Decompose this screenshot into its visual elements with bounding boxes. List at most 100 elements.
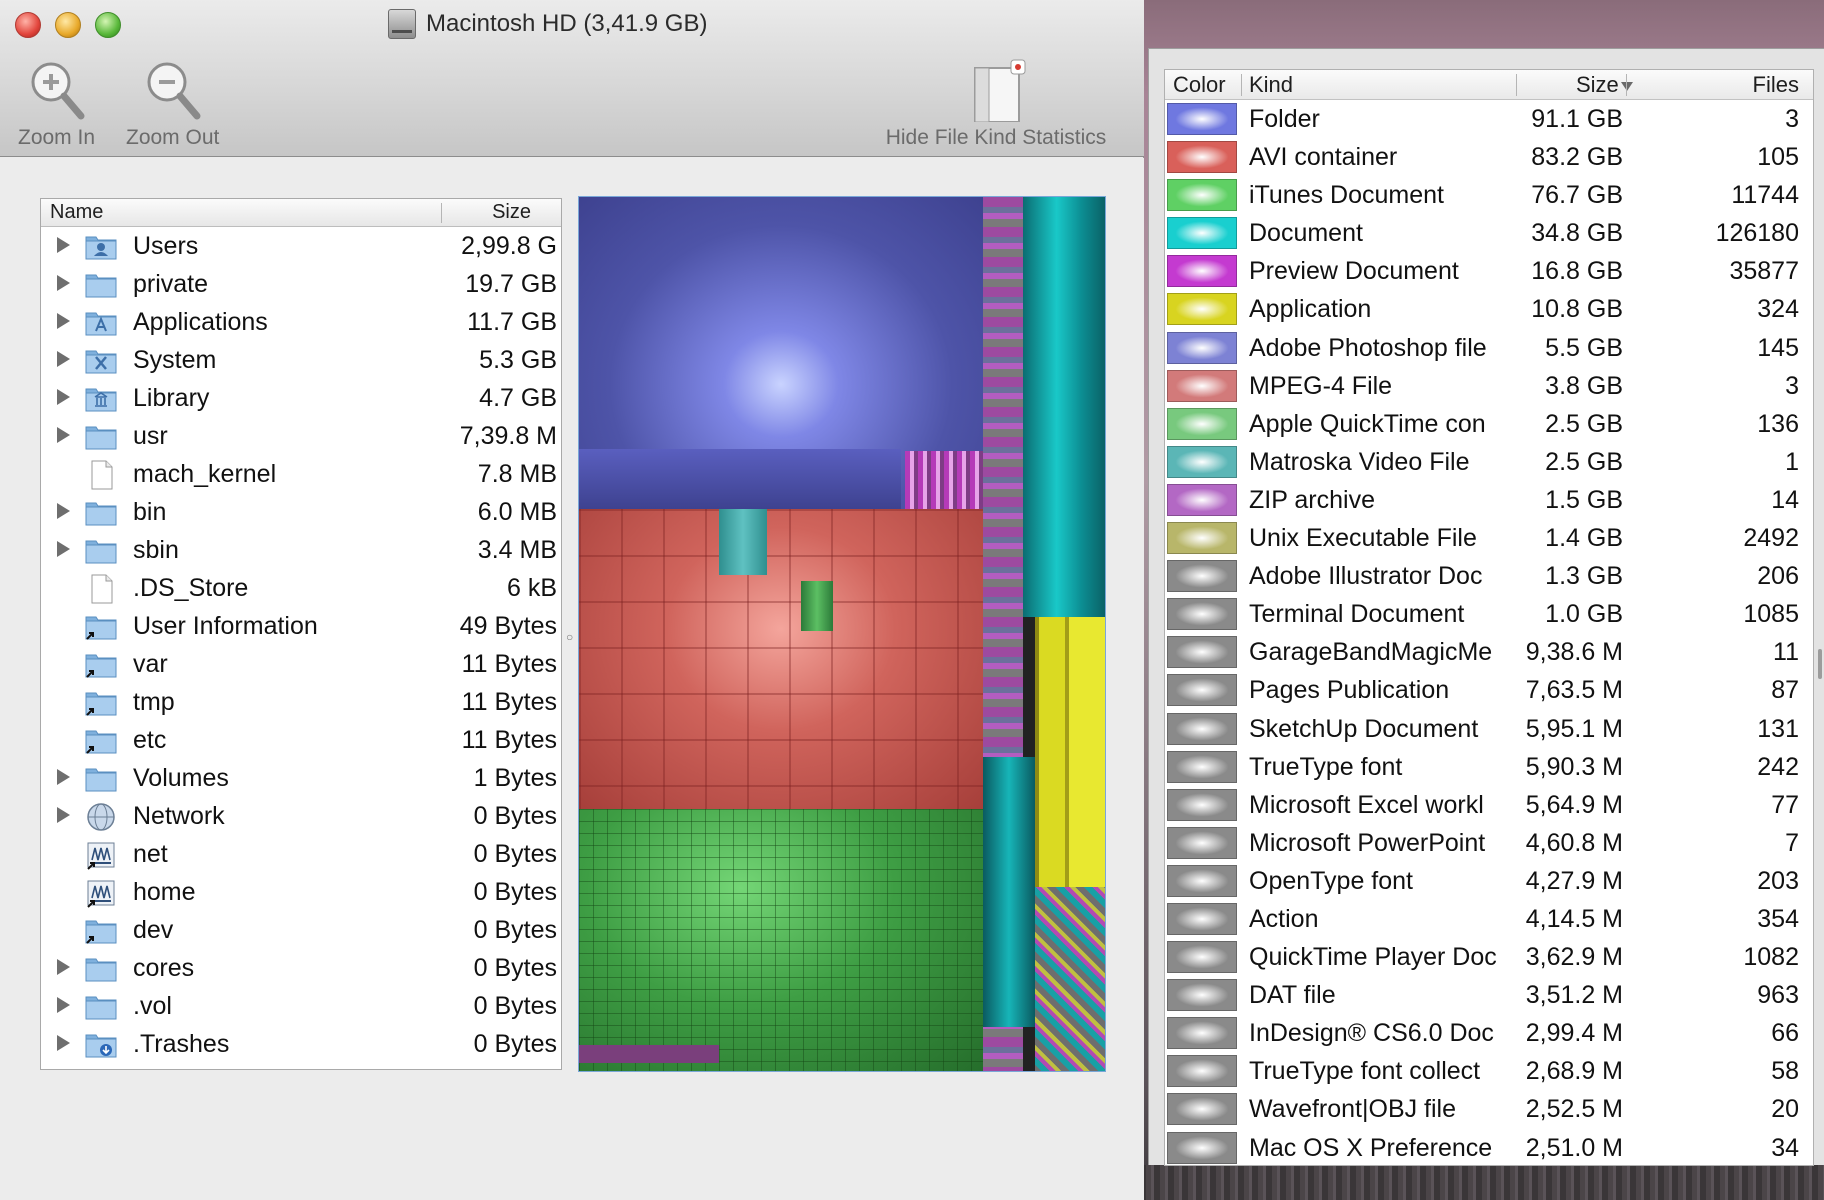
file-list-row[interactable]: dev 0 Bytes <box>41 911 561 949</box>
stats-row[interactable]: ZIP archive 1.5 GB 14 <box>1165 481 1813 519</box>
stats-row[interactable]: OpenType font 4,27.9 M 203 <box>1165 862 1813 900</box>
stats-row[interactable]: SketchUp Document 5,95.1 M 131 <box>1165 710 1813 748</box>
stats-row[interactable]: Adobe Photoshop file 5.5 GB 145 <box>1165 329 1813 367</box>
file-list-row[interactable]: .Trashes 0 Bytes <box>41 1025 561 1063</box>
stats-row[interactable]: Terminal Document 1.0 GB 1085 <box>1165 595 1813 633</box>
file-list-row[interactable]: usr 7,39.8 M <box>41 417 561 455</box>
drawer-resize-handle[interactable] <box>1818 649 1822 679</box>
treemap-quicktime-block[interactable] <box>801 581 833 631</box>
file-list-row[interactable]: var 11 Bytes <box>41 645 561 683</box>
stats-row[interactable]: Unix Executable File 1.4 GB 2492 <box>1165 519 1813 557</box>
file-list-row[interactable]: home 0 Bytes <box>41 873 561 911</box>
stats-row[interactable]: QuickTime Player Doc 3,62.9 M 1082 <box>1165 938 1813 976</box>
treemap-zip-block[interactable] <box>579 1045 719 1063</box>
disclosure-triangle-icon[interactable] <box>57 997 70 1013</box>
stats-row[interactable]: Preview Document 16.8 GB 35877 <box>1165 252 1813 290</box>
file-list-row[interactable]: cores 0 Bytes <box>41 949 561 987</box>
treemap-document-low-block[interactable] <box>983 757 1035 1027</box>
disclosure-triangle-icon[interactable] <box>57 807 70 823</box>
stats-row[interactable]: Microsoft PowerPoint 4,60.8 M 7 <box>1165 824 1813 862</box>
disclosure-triangle-icon[interactable] <box>57 959 70 975</box>
kind-size: 4,27.9 M <box>1525 866 1623 895</box>
treemap-matroska-block[interactable] <box>719 509 767 575</box>
file-list-row[interactable]: Applications 11.7 GB <box>41 303 561 341</box>
hide-file-kind-statistics-button[interactable]: Hide File Kind Statistics <box>866 58 1126 150</box>
stats-row[interactable]: TrueType font collect 2,68.9 M 58 <box>1165 1052 1813 1090</box>
file-list-row[interactable]: .DS_Store 6 kB <box>41 569 561 607</box>
file-list-row[interactable]: Library 4.7 GB <box>41 379 561 417</box>
stats-row[interactable]: Matroska Video File 2.5 GB 1 <box>1165 443 1813 481</box>
column-separator[interactable] <box>1626 74 1627 96</box>
stats-row[interactable]: Microsoft Excel workl 5,64.9 M 77 <box>1165 786 1813 824</box>
treemap-folder-sub-block[interactable] <box>579 449 901 509</box>
column-header-files[interactable]: Files <box>1753 72 1799 98</box>
stats-row[interactable]: Apple QuickTime con 2.5 GB 136 <box>1165 405 1813 443</box>
file-list-row[interactable]: etc 11 Bytes <box>41 721 561 759</box>
file-list-row[interactable]: mach_kernel 7.8 MB <box>41 455 561 493</box>
file-name: .vol <box>133 992 172 1020</box>
column-separator[interactable] <box>1516 74 1517 96</box>
file-list-row[interactable]: Volumes 1 Bytes <box>41 759 561 797</box>
column-header-name[interactable]: Name <box>50 201 103 224</box>
disclosure-triangle-icon[interactable] <box>57 427 70 443</box>
kind-color-swatch <box>1167 217 1237 250</box>
treemap-avi-block[interactable] <box>579 509 983 809</box>
file-list-row[interactable]: sbin 3.4 MB <box>41 531 561 569</box>
file-kind-statistics-table[interactable]: Color Kind Size Files Folder 91.1 GB 3 AVI … <box>1164 69 1814 1166</box>
file-list-row[interactable]: bin 6.0 MB <box>41 493 561 531</box>
file-list-row[interactable]: tmp 11 Bytes <box>41 683 561 721</box>
zoom-in-button[interactable]: Zoom In <box>18 58 95 150</box>
disclosure-triangle-icon[interactable] <box>57 351 70 367</box>
column-separator[interactable] <box>441 203 442 223</box>
treemap-small-files-block[interactable] <box>1035 887 1105 1071</box>
column-header-size[interactable]: Size <box>1576 72 1633 98</box>
stats-row[interactable]: AVI container 83.2 GB 105 <box>1165 138 1813 176</box>
file-list[interactable]: Name Size Users 2,99.8 G private 19.7 GB App… <box>40 198 562 1070</box>
stats-row[interactable]: Pages Publication 7,63.5 M 87 <box>1165 671 1813 709</box>
close-window-button[interactable] <box>15 12 41 38</box>
minimize-window-button[interactable] <box>55 12 81 38</box>
pane-splitter[interactable]: ○ <box>566 630 573 644</box>
stats-row[interactable]: TrueType font 5,90.3 M 242 <box>1165 748 1813 786</box>
treemap-view[interactable] <box>578 196 1106 1072</box>
column-header-color[interactable]: Color <box>1173 72 1226 98</box>
treemap-itunes-block[interactable] <box>579 809 983 1071</box>
stats-row[interactable]: GarageBandMagicMe 9,38.6 M 11 <box>1165 633 1813 671</box>
stats-row[interactable]: DAT file 3,51.2 M 963 <box>1165 976 1813 1014</box>
file-list-row[interactable]: Network 0 Bytes <box>41 797 561 835</box>
stats-row[interactable]: Mac OS X Preference 2,51.0 M 34 <box>1165 1129 1813 1165</box>
file-list-row[interactable]: private 19.7 GB <box>41 265 561 303</box>
file-list-row[interactable]: net 0 Bytes <box>41 835 561 873</box>
stats-row[interactable]: InDesign® CS6.0 Doc 2,99.4 M 66 <box>1165 1014 1813 1052</box>
disclosure-triangle-icon[interactable] <box>57 389 70 405</box>
disclosure-triangle-icon[interactable] <box>57 275 70 291</box>
stats-row[interactable]: Folder 91.1 GB 3 <box>1165 100 1813 138</box>
disclosure-triangle-icon[interactable] <box>57 541 70 557</box>
column-separator[interactable] <box>1241 74 1242 96</box>
column-header-size[interactable]: Size <box>492 201 531 224</box>
window-title-area: Macintosh HD (3,41.9 GB) <box>388 8 707 40</box>
maximize-window-button[interactable] <box>95 12 121 38</box>
file-list-row[interactable]: Users 2,99.8 G <box>41 227 561 265</box>
zoom-out-button[interactable]: Zoom Out <box>126 58 219 150</box>
treemap-application-block[interactable] <box>1035 617 1105 887</box>
file-list-row[interactable]: System 5.3 GB <box>41 341 561 379</box>
file-list-row[interactable]: User Information 49 Bytes <box>41 607 561 645</box>
column-header-kind[interactable]: Kind <box>1249 72 1293 98</box>
stats-row[interactable]: iTunes Document 76.7 GB 11744 <box>1165 176 1813 214</box>
network-globe-icon <box>85 802 117 831</box>
stats-row[interactable]: Wavefront|OBJ file 2,52.5 M 20 <box>1165 1090 1813 1128</box>
disclosure-triangle-icon[interactable] <box>57 1035 70 1051</box>
disclosure-triangle-icon[interactable] <box>57 237 70 253</box>
stats-row[interactable]: Document 34.8 GB 126180 <box>1165 214 1813 252</box>
stats-row[interactable]: Adobe Illustrator Doc 1.3 GB 206 <box>1165 557 1813 595</box>
stats-row[interactable]: MPEG-4 File 3.8 GB 3 <box>1165 367 1813 405</box>
stats-row[interactable]: Action 4,14.5 M 354 <box>1165 900 1813 938</box>
treemap-preview-cluster[interactable] <box>905 451 983 509</box>
disclosure-triangle-icon[interactable] <box>57 503 70 519</box>
file-list-row[interactable]: .vol 0 Bytes <box>41 987 561 1025</box>
stats-row[interactable]: Application 10.8 GB 324 <box>1165 290 1813 328</box>
disclosure-triangle-icon[interactable] <box>57 769 70 785</box>
disclosure-triangle-icon[interactable] <box>57 313 70 329</box>
treemap-document-block[interactable] <box>1023 197 1105 617</box>
